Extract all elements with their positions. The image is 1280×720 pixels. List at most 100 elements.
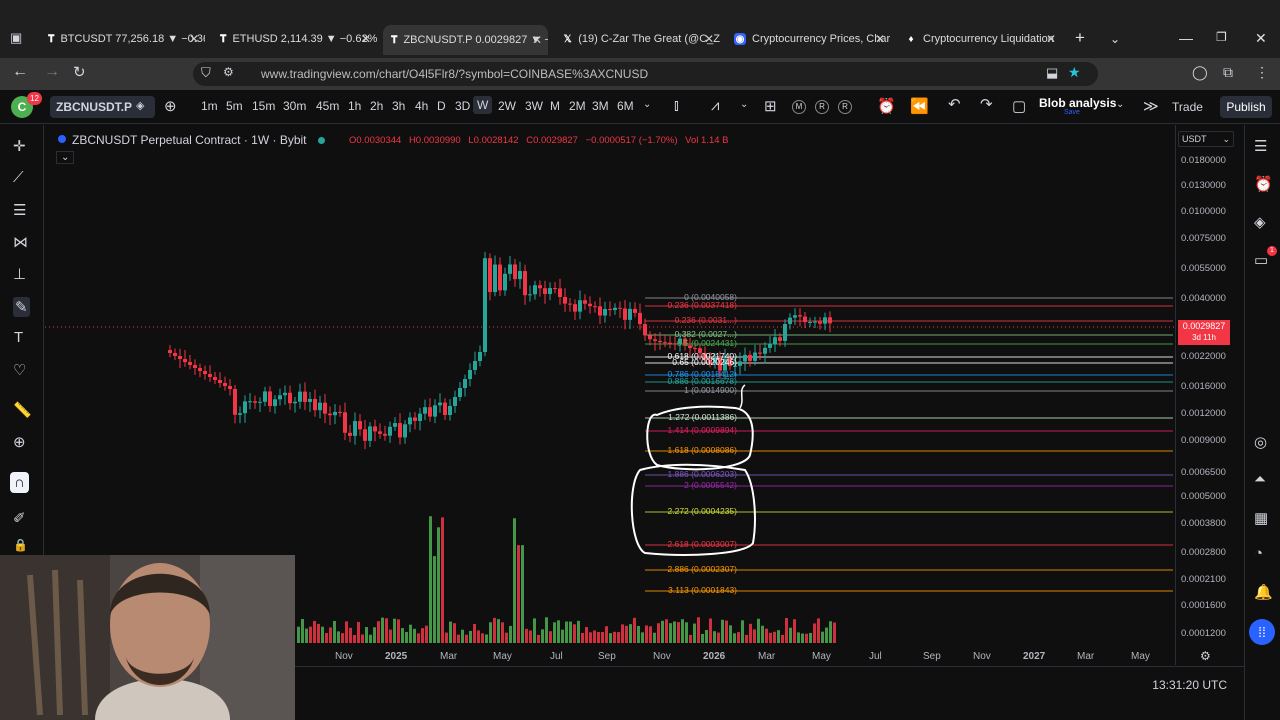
profile-icon[interactable]: ◯ (1192, 64, 1208, 81)
apps-grid-icon[interactable]: ⁞⁞ (1249, 619, 1275, 645)
layout-dropdown-icon[interactable]: ⌄ (1116, 99, 1124, 110)
browser-tab-active[interactable]: 𝐓 ZBCNUSDT.P 0.0029827 ▼ − ✕ (383, 25, 548, 55)
compare-add-icon[interactable]: ⊕ (164, 97, 177, 115)
new-tab-icon[interactable]: + (1075, 28, 1085, 48)
maximize-icon[interactable]: ❐ (1216, 30, 1227, 44)
url-field[interactable]: ⛉ ⚙ www.tradingview.com/chart/O4l5Flr8/?… (193, 62, 1098, 86)
timeframe-2w[interactable]: 2W (498, 99, 516, 113)
tab-menu-icon[interactable]: ▣ (10, 30, 22, 46)
timeframe-3d[interactable]: 3D (455, 99, 470, 113)
back-icon[interactable]: ← (12, 63, 28, 81)
alert-icon[interactable]: ⏰ (877, 97, 896, 115)
install-app-icon[interactable]: ⬓ (1046, 65, 1058, 81)
legend-collapse-icon[interactable]: ⌄ (56, 151, 75, 164)
browser-tab[interactable]: 𝕏 (19) C-Zar The Great (@C_Z ✕ (555, 26, 720, 52)
indicator-r2-button[interactable]: R (838, 100, 852, 114)
timeframe-2m[interactable]: 2M (569, 99, 586, 113)
extensions-icon[interactable]: ⧉ (1223, 64, 1233, 81)
timeframe-30m[interactable]: 30m (283, 99, 306, 113)
sidebar-toggle-icon[interactable]: ≫ (1143, 97, 1159, 115)
brush-icon[interactable]: ✎ (13, 297, 30, 317)
timeframe-m[interactable]: M (550, 99, 560, 113)
templates-icon[interactable]: ⊞ (764, 97, 777, 115)
pattern-icon[interactable]: ⋈ (13, 233, 28, 251)
replay-icon[interactable]: ⏪ (910, 97, 929, 115)
magnet-icon[interactable]: ∩ (10, 472, 29, 493)
symbol-search[interactable]: ZBCNUSDT.P ◈ (50, 96, 155, 118)
calendar-icon[interactable]: ▦ (1254, 509, 1268, 527)
utc-clock[interactable]: 13:31:20 UTC (1152, 678, 1227, 692)
indicators-dropdown-icon[interactable]: ⌄ (740, 99, 748, 110)
layout-icon[interactable]: ▢ (1012, 97, 1026, 115)
close-icon[interactable]: ✕ (704, 32, 714, 46)
trade-button[interactable]: Trade (1166, 96, 1209, 118)
currency-select[interactable]: USDT ⌄ (1178, 131, 1234, 147)
timeframe-4h[interactable]: 4h (415, 99, 428, 113)
minimize-icon[interactable]: — (1179, 30, 1193, 46)
price-axis[interactable]: USDT ⌄ 0.0180000 0.0130000 0.0100000 0.0075… (1175, 125, 1244, 665)
watchlist-icon[interactable]: ◈ (136, 99, 144, 112)
browser-tab[interactable]: 𝐓 ETHUSD 2,114.39 ▼ −0.62% ✕ (212, 26, 377, 52)
window-close-icon[interactable]: ✕ (1255, 30, 1267, 47)
bar-type-icon[interactable]: ⫾ (674, 97, 679, 114)
timeframe-5m[interactable]: 5m (226, 99, 243, 113)
timeframe-3h[interactable]: 3h (392, 99, 405, 113)
browser-tab[interactable]: ◉ Cryptocurrency Prices, Char ✕ (726, 26, 891, 52)
timeframe-dropdown-icon[interactable]: ⌄ (643, 99, 651, 110)
symbol-legend: ZBCNUSDT Perpetual Contract · 1W · Bybit (58, 133, 325, 147)
data-window-icon[interactable]: ◈ (1254, 213, 1266, 231)
timeframe-3w[interactable]: 3W (525, 99, 543, 113)
timeframe-1m[interactable]: 1m (201, 99, 218, 113)
indicator-r-button[interactable]: R (815, 100, 829, 114)
stream-icon[interactable]: ◔ (1254, 545, 1263, 562)
timeframe-45m[interactable]: 45m (316, 99, 339, 113)
candle-body (563, 296, 567, 304)
reload-icon[interactable]: ↻ (73, 63, 86, 81)
layout-name[interactable]: Blob analysis (1039, 96, 1116, 110)
chat-icon[interactable]: ▭ (1254, 251, 1268, 269)
tab-list-chevron-icon[interactable]: ⌄ (1110, 32, 1120, 46)
volume-bar (405, 631, 408, 643)
text-tool-icon[interactable]: T (14, 329, 23, 346)
shield-icon[interactable]: ⛉ (201, 65, 211, 81)
watchlist-panel-icon[interactable]: ☰ (1254, 137, 1267, 155)
ideas-icon[interactable]: ⏶ (1254, 471, 1266, 488)
redo-icon[interactable]: ↷ (980, 95, 993, 113)
site-settings-icon[interactable]: ⚙ (223, 65, 234, 79)
bookmark-star-icon[interactable]: ★ (1068, 64, 1081, 81)
notifications-icon[interactable]: 🔔 (1254, 583, 1273, 601)
close-icon[interactable]: ✕ (361, 32, 371, 46)
browser-tab[interactable]: 𝐓 BTCUSDT 77,256.18 ▼ −0.36 ✕ (40, 26, 205, 52)
fib-tool-icon[interactable]: ☰ (13, 201, 26, 219)
timeframe-3m[interactable]: 3M (592, 99, 609, 113)
ruler-icon[interactable]: 📏 (13, 401, 32, 419)
trendline-icon[interactable]: ⟋ (13, 169, 24, 186)
indicators-icon[interactable]: ⩘ (711, 97, 719, 114)
close-icon[interactable]: ✕ (1046, 32, 1056, 46)
hotlist-icon[interactable]: ◎ (1254, 433, 1267, 451)
close-icon[interactable]: ✕ (532, 33, 542, 47)
time-axis[interactable]: Nov 2025 Mar May Jul Sep Nov 2026 Mar May Jul Sep No… (295, 648, 1175, 666)
timeframe-d[interactable]: D (437, 99, 446, 113)
publish-button[interactable]: Publish (1220, 96, 1272, 118)
zoom-icon[interactable]: ⊕ (13, 433, 26, 451)
timeframe-6m[interactable]: 6M (617, 99, 634, 113)
timeframe-2h[interactable]: 2h (370, 99, 383, 113)
heart-icon[interactable]: ♡ (13, 361, 26, 379)
more-menu-icon[interactable]: ⋮ (1255, 64, 1269, 81)
alerts-panel-icon[interactable]: ⏰ (1254, 175, 1273, 193)
timeframe-1h[interactable]: 1h (348, 99, 361, 113)
lock-drawing-icon[interactable]: ✐ (13, 509, 26, 527)
forecast-icon[interactable]: ⊥ (13, 265, 26, 283)
timeframe-15m[interactable]: 15m (252, 99, 275, 113)
lock-icon[interactable]: 🔒 (13, 538, 28, 552)
crosshair-icon[interactable]: ✛ (13, 137, 26, 155)
chart-settings-icon[interactable]: ⚙ (1200, 649, 1211, 663)
timeframe-w[interactable]: W (473, 96, 493, 114)
close-icon[interactable]: ✕ (189, 32, 199, 46)
indicator-m-button[interactable]: M (792, 100, 806, 114)
close-icon[interactable]: ✕ (875, 32, 885, 46)
forward-icon[interactable]: → (44, 63, 60, 81)
undo-icon[interactable]: ↶ (948, 95, 961, 113)
browser-tab[interactable]: ♦ Cryptocurrency Liquidation ✕ (897, 26, 1062, 52)
